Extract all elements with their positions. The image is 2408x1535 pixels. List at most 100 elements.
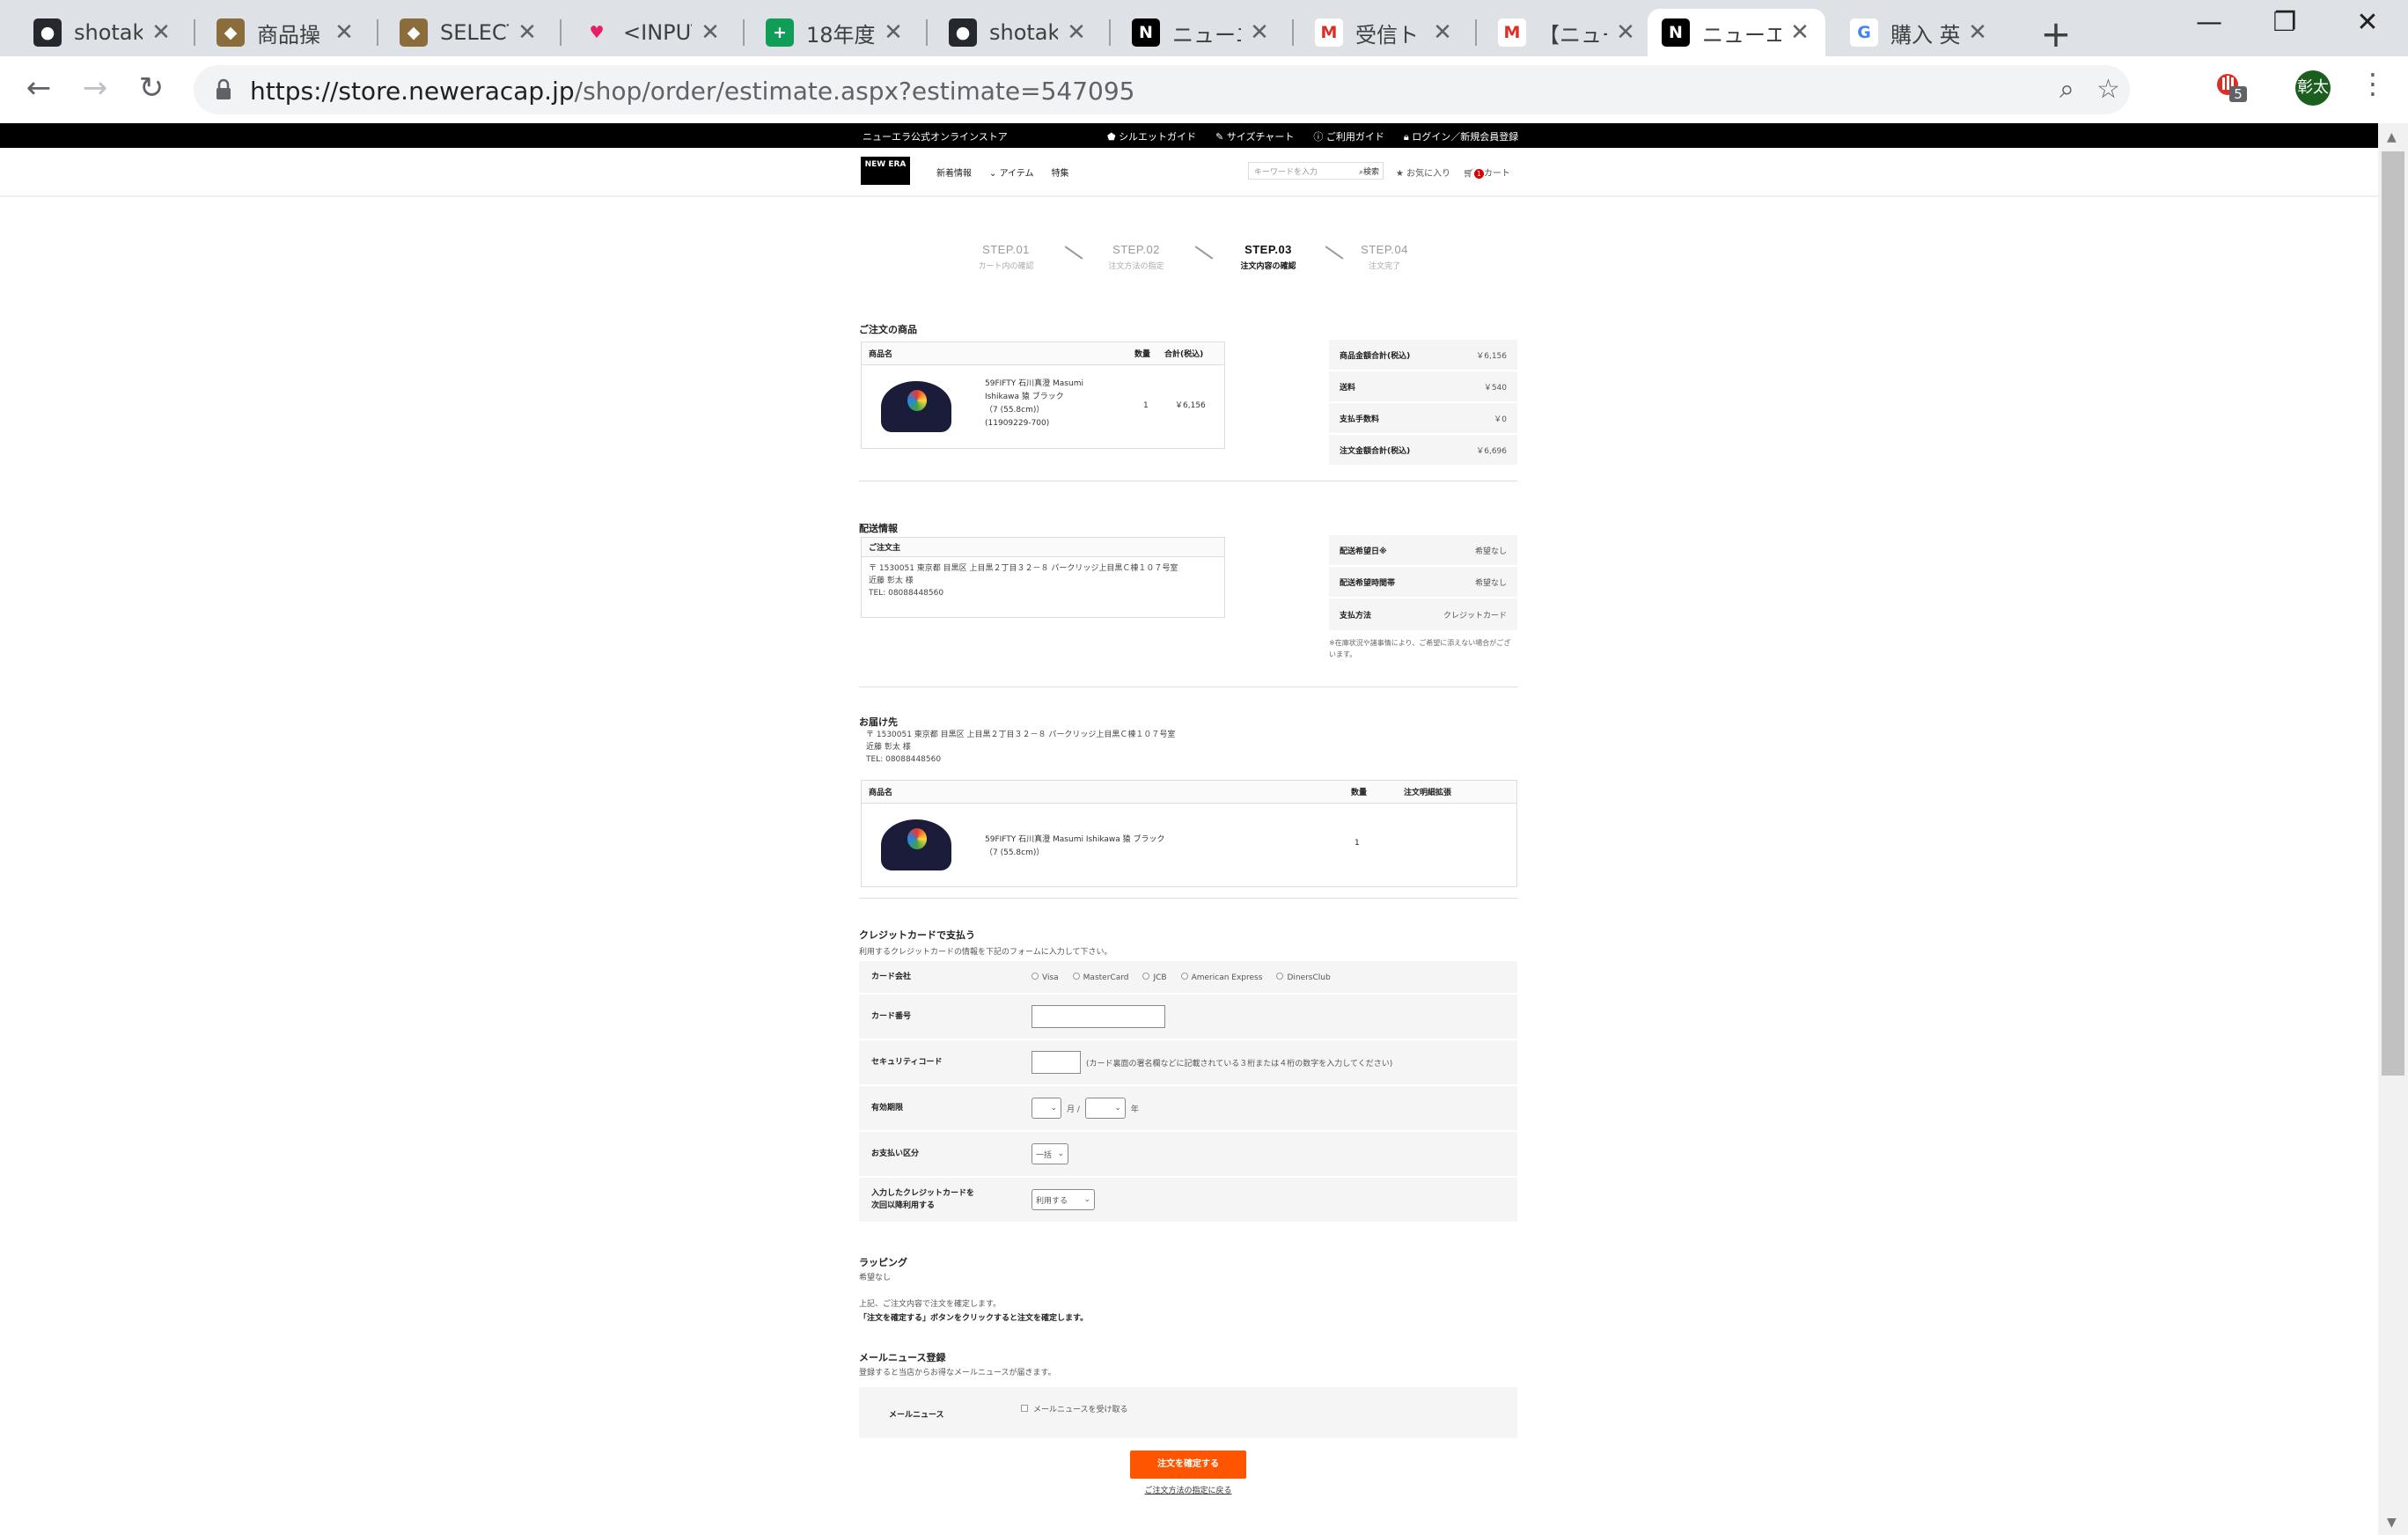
- sheets-icon: +: [766, 18, 794, 47]
- back-to-order-method-link[interactable]: ご注文方法の指定に戻る: [1125, 1484, 1252, 1495]
- nav-items[interactable]: ⌄ アイテム: [989, 165, 1034, 179]
- chevron-down-icon: ⌄: [1083, 1195, 1090, 1204]
- close-tab-icon[interactable]: ✕: [516, 19, 539, 46]
- cart-icon: 🛒︎: [1463, 169, 1474, 179]
- nav-new-arrivals[interactable]: 新着情報: [936, 165, 972, 179]
- col-product: 商品名: [869, 350, 893, 359]
- extension-icon[interactable]: 5: [2213, 70, 2249, 106]
- radio-mastercard[interactable]: MasterCard: [1072, 972, 1128, 982]
- silhouette-guide-link[interactable]: ⬟ シルエットガイド: [1107, 129, 1196, 143]
- month-suffix: 月 /: [1067, 1105, 1080, 1114]
- cap-logo: [907, 828, 927, 849]
- security-code-input[interactable]: [1031, 1051, 1081, 1074]
- credit-title: クレジットカードで支払う: [859, 929, 975, 941]
- usage-guide-link[interactable]: ⓘ ご利用ガイド: [1313, 129, 1384, 143]
- search-input[interactable]: キーワードを入力 ⌕検索: [1248, 162, 1384, 180]
- minimize-icon[interactable]: —: [2183, 7, 2235, 38]
- mailnews-checkbox[interactable]: メールニュースを受け取る: [1021, 1403, 1128, 1414]
- order-item-size: （7 (55.8cm)）: [985, 406, 1045, 415]
- cart-link[interactable]: 🛒︎ 1 カート: [1463, 165, 1510, 179]
- summary-value: ￥540: [1483, 383, 1507, 393]
- browser-tab[interactable]: ◆ SELECT ✕: [385, 9, 553, 56]
- radio-visa[interactable]: Visa: [1031, 972, 1059, 982]
- browser-tab[interactable]: M 【ニューエ ✕: [1484, 9, 1651, 56]
- browser-tab[interactable]: N ニューエ ✕: [1648, 9, 1825, 56]
- close-tab-icon[interactable]: ✕: [1065, 19, 1088, 46]
- close-tab-icon[interactable]: ✕: [1966, 19, 1989, 46]
- browser-tab[interactable]: G 購入 英 ✕: [1836, 9, 2003, 56]
- security-code-note: (カード裏面の署名欄などに記載されている３桁または４桁の数字を入力してください): [1086, 1059, 1393, 1069]
- browser-tab[interactable]: ● shotakc ✕: [935, 9, 1102, 56]
- order-items-title: ご注文の商品: [859, 324, 917, 335]
- newera-logo[interactable]: NEW ERA: [861, 157, 910, 185]
- radio-diners[interactable]: DinersClub: [1276, 972, 1331, 982]
- shipto-item-qty: 1: [1354, 839, 1360, 848]
- expiry-row: 有効期限 ⌄ 月 / ⌄ 年: [859, 1086, 1517, 1132]
- expiry-year-select[interactable]: ⌄: [1084, 1098, 1126, 1119]
- restore-icon[interactable]: ❐: [2258, 7, 2311, 38]
- delivery-value: クレジットカード: [1443, 611, 1507, 621]
- close-tab-icon[interactable]: ✕: [1614, 19, 1637, 46]
- reuse-card-select[interactable]: 利用する ⌄: [1031, 1189, 1095, 1210]
- scroll-up-icon[interactable]: ▲: [2387, 130, 2397, 144]
- forward-icon[interactable]: →: [76, 69, 114, 107]
- address-bar[interactable]: https://store.neweracap.jp/shop/order/es…: [194, 65, 2130, 114]
- step-2: STEP.02 注文方法の指定: [1070, 243, 1202, 271]
- close-tab-icon[interactable]: ✕: [882, 19, 905, 46]
- close-tab-icon[interactable]: ✕: [1788, 19, 1811, 46]
- zoom-icon[interactable]: ⌕: [2059, 74, 2074, 105]
- reuse-card-label: 入力したクレジットカードを次回以降利用する: [871, 1189, 975, 1210]
- close-tab-icon[interactable]: ✕: [333, 19, 356, 46]
- browser-tab[interactable]: ♥ <INPUT ✕: [569, 9, 736, 56]
- credit-form: カード会社 Visa MasterCard JCB American Expre…: [859, 961, 1517, 1223]
- scroll-down-icon[interactable]: ▼: [2387, 1516, 2397, 1530]
- shipto-name: 近藤 彰太 様: [866, 743, 911, 752]
- site-header: NEW ERA 新着情報 ⌄ アイテム 特集 キーワードを入力 ⌕検索 ★ お気…: [0, 148, 2378, 197]
- expiry-month-select[interactable]: ⌄: [1031, 1098, 1061, 1119]
- reuse-card-value: 利用する: [1036, 1196, 1068, 1206]
- card-number-input[interactable]: [1031, 1005, 1165, 1028]
- browser-tab[interactable]: M 受信ト ✕: [1301, 9, 1468, 56]
- nav-features[interactable]: 特集: [1052, 165, 1069, 179]
- close-tab-icon[interactable]: ✕: [699, 19, 722, 46]
- chrome-menu-icon[interactable]: ⋮: [2359, 67, 2387, 100]
- browser-tab[interactable]: +18年度 ✕: [752, 9, 919, 56]
- step-3-current: STEP.03 注文内容の確認: [1202, 243, 1334, 271]
- scrollbar-thumb[interactable]: [2382, 151, 2404, 1076]
- reload-icon[interactable]: ↻: [132, 69, 171, 107]
- profile-avatar[interactable]: 彰太: [2295, 70, 2331, 106]
- close-tab-icon[interactable]: ✕: [1431, 19, 1454, 46]
- browser-tab[interactable]: ◆ 商品操 ✕: [202, 9, 370, 56]
- col-total: 合計(税込): [1164, 350, 1204, 359]
- summary-value: ￥0: [1494, 415, 1507, 424]
- card-number-label: カード番号: [871, 1012, 912, 1021]
- delivery-options: 配送希望日※ 希望なし 配送希望時間帯 希望なし 支払方法 クレジットカード ※在庫状…: [1329, 535, 1517, 660]
- confirm-order-button[interactable]: 注文を確定する: [1130, 1451, 1246, 1479]
- tab-label: 商品操: [257, 22, 320, 48]
- browser-tab[interactable]: ● shotakc ✕: [19, 9, 187, 56]
- browser-tab[interactable]: N ニューエ ✕: [1118, 9, 1285, 56]
- login-link[interactable]: 🔒︎ ログイン／新規会員登録: [1404, 129, 1518, 143]
- scrollbar[interactable]: ▲ ▼: [2378, 123, 2408, 1535]
- summary-value: ￥6,696: [1476, 446, 1507, 456]
- back-icon[interactable]: ←: [19, 69, 58, 107]
- installment-select[interactable]: 一括 ⌄: [1031, 1143, 1068, 1164]
- close-tab-icon[interactable]: ✕: [150, 19, 173, 46]
- radio-amex[interactable]: American Express: [1180, 972, 1262, 982]
- tab-label: shotakc: [74, 20, 143, 45]
- mailnews-title: メールニュース登録: [859, 1352, 946, 1363]
- bookmark-star-icon[interactable]: ☆: [2096, 74, 2120, 105]
- orderer-name: 近藤 彰太 様: [869, 577, 914, 585]
- tab-separator: [194, 19, 195, 46]
- favorites-link[interactable]: ★ お気に入り: [1396, 165, 1450, 179]
- search-button[interactable]: ⌕検索: [1359, 165, 1379, 177]
- app-icon: ◆: [217, 18, 245, 47]
- close-window-icon[interactable]: ✕: [2341, 7, 2394, 38]
- confirm-instruction: 「注文を確定する」ボタンをクリックすると注文を確定します。: [859, 1314, 1089, 1323]
- radio-jcb[interactable]: JCB: [1142, 972, 1167, 982]
- tab-separator: [1109, 19, 1111, 46]
- close-tab-icon[interactable]: ✕: [1248, 19, 1271, 46]
- new-tab-button[interactable]: +: [2038, 12, 2074, 55]
- size-chart-link[interactable]: ✎ サイズチャート: [1215, 129, 1294, 143]
- card-number-row: カード番号: [859, 995, 1517, 1040]
